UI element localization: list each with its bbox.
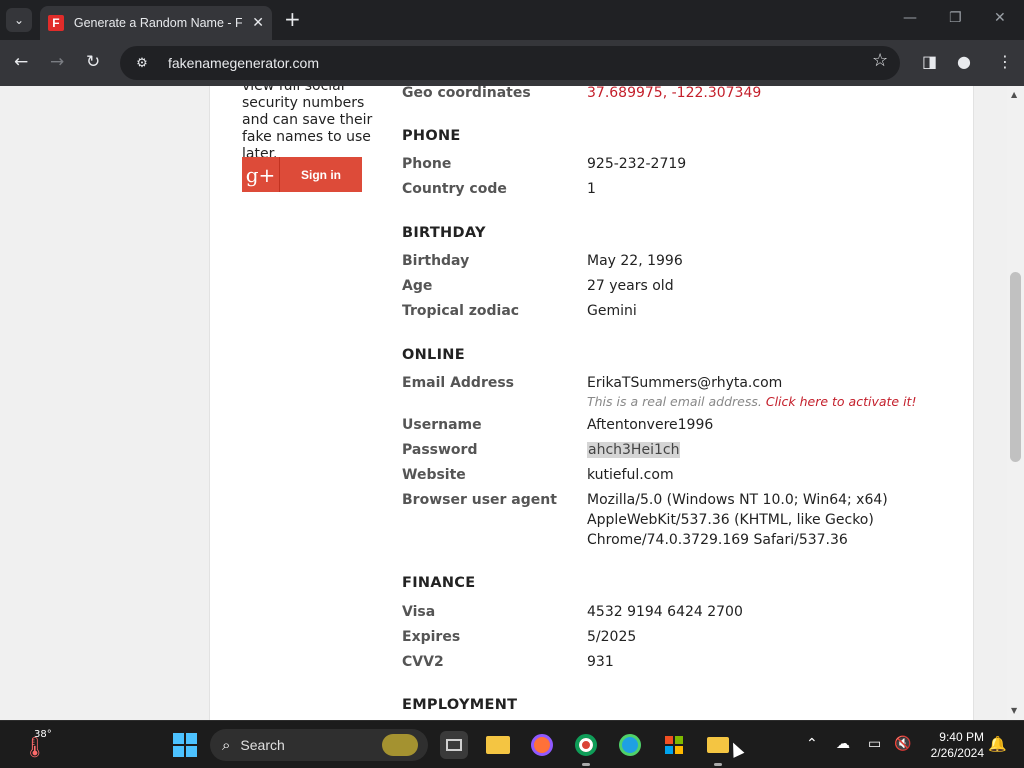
google-signin-button[interactable]: g+ Sign in xyxy=(242,157,362,192)
birthday-heading: BIRTHDAY xyxy=(402,225,486,241)
password-label: Password xyxy=(402,442,478,458)
profile-icon[interactable]: ● xyxy=(957,52,971,72)
google-plus-icon: g+ xyxy=(242,157,280,192)
scroll-up-icon[interactable]: ▲ xyxy=(1011,90,1017,99)
zodiac-label: Tropical zodiac xyxy=(402,303,520,319)
page-viewport: view full social security numbers and ca… xyxy=(0,86,1024,720)
birthday-value: May 22, 1996 xyxy=(587,253,683,269)
url-text: fakenamegenerator.com xyxy=(168,55,319,71)
notification-bell-icon[interactable]: 🔔 xyxy=(988,735,1007,753)
username-label: Username xyxy=(402,417,482,433)
country-code-label: Country code xyxy=(402,181,507,197)
search-highlight-icon xyxy=(382,734,418,756)
tab-title: Generate a Random Name - Fake Name Gener… xyxy=(73,16,243,30)
back-arrow-icon[interactable]: ← xyxy=(14,52,28,72)
tab-strip: ⌄ F Generate a Random Name - Fake Name G… xyxy=(0,0,1024,40)
temperature: 38° xyxy=(34,729,52,740)
start-button-icon[interactable] xyxy=(173,733,197,757)
chevron-down-icon: ⌄ xyxy=(13,13,25,27)
file-explorer-icon[interactable] xyxy=(484,731,512,759)
activate-email-link[interactable]: Click here to activate it! xyxy=(766,394,917,409)
volume-muted-icon[interactable]: 🔇 xyxy=(894,736,911,752)
visa-value: 4532 9194 6424 2700 xyxy=(587,604,743,620)
close-window-icon[interactable]: ✕ xyxy=(994,10,1006,26)
bookmark-star-icon[interactable]: ☆ xyxy=(872,51,888,71)
taskbar-search[interactable]: ⌕ Search xyxy=(210,729,428,761)
page-scrollbar[interactable]: ▲ ▼ xyxy=(1007,86,1024,720)
user-agent-line-2: AppleWebKit/537.36 (KHTML, like Gecko) xyxy=(587,512,874,528)
network-icon[interactable]: ▭ xyxy=(868,736,881,752)
email-hint-text: This is a real email address. xyxy=(587,394,762,409)
zodiac-value: Gemini xyxy=(587,303,637,319)
microsoft-store-icon[interactable] xyxy=(660,731,688,759)
side-panel-icon[interactable]: ◨ xyxy=(922,52,937,72)
page-background-left xyxy=(0,86,210,720)
menu-dots-icon[interactable]: ⋮ xyxy=(997,52,1013,72)
expires-value: 5/2025 xyxy=(587,629,637,645)
finance-heading: FINANCE xyxy=(402,575,476,591)
age-label: Age xyxy=(402,278,433,294)
phone-label: Phone xyxy=(402,156,452,172)
username-value: Aftentonvere1996 xyxy=(587,417,714,433)
system-clock[interactable]: 9:40 PM 2/26/2024 xyxy=(920,729,984,761)
onedrive-cloud-icon[interactable]: ☁ xyxy=(836,736,850,752)
close-tab-icon[interactable]: ✕ xyxy=(252,15,264,31)
firefox-icon[interactable] xyxy=(528,731,556,759)
password-highlight[interactable]: ahch3Hei1ch xyxy=(587,442,681,458)
edge-icon[interactable] xyxy=(616,731,644,759)
password-value: ahch3Hei1ch xyxy=(587,440,681,460)
site-info-icon[interactable]: ⚙ xyxy=(130,51,154,75)
chrome-icon[interactable] xyxy=(572,731,600,766)
country-code-value: 1 xyxy=(587,181,596,197)
search-label: Search xyxy=(240,737,285,753)
geo-value: 37.689975, -122.307349 xyxy=(587,86,762,101)
clock-date: 2/26/2024 xyxy=(930,746,984,760)
email-hint: This is a real email address. Click here… xyxy=(587,394,916,409)
restore-icon[interactable]: ❐ xyxy=(949,10,962,26)
search-icon: ⌕ xyxy=(222,736,231,754)
birthday-label: Birthday xyxy=(402,253,470,269)
user-agent-line-3: Chrome/74.0.3729.169 Safari/537.36 xyxy=(587,532,848,548)
employment-heading: EMPLOYMENT xyxy=(402,697,518,713)
email-value: ErikaTSummers@rhyta.com xyxy=(587,375,783,391)
windows-taskbar: 🌡 38° ⌕ Search ⌃ ☁ ▭ 🔇 9:40 PM 2/26/2024… xyxy=(0,720,1024,768)
website-value: kutieful.com xyxy=(587,467,674,483)
cvv-label: CVV2 xyxy=(402,654,444,670)
browser-toolbar: ← → ↻ ⚙ fakenamegenerator.com ☆ ◨ ● ⋮ xyxy=(0,40,1024,86)
email-label: Email Address xyxy=(402,375,515,391)
website-label: Website xyxy=(402,467,466,483)
show-hidden-icons-icon[interactable]: ⌃ xyxy=(806,736,818,752)
site-favicon-icon: F xyxy=(48,15,64,31)
geo-label: Geo coordinates xyxy=(402,86,531,101)
minimize-icon[interactable]: — xyxy=(903,10,917,26)
online-heading: ONLINE xyxy=(402,347,465,363)
new-tab-button[interactable]: + xyxy=(284,9,301,29)
sidebar-promo-text: view full social security numbers and ca… xyxy=(242,86,373,162)
expires-label: Expires xyxy=(402,629,461,645)
phone-heading: PHONE xyxy=(402,128,461,144)
signin-label: Sign in xyxy=(301,167,341,182)
browser-tab[interactable]: F Generate a Random Name - Fake Name Gen… xyxy=(40,6,272,40)
clock-time: 9:40 PM xyxy=(939,730,984,744)
forward-arrow-icon[interactable]: → xyxy=(50,52,64,72)
address-bar[interactable]: ⚙ fakenamegenerator.com xyxy=(120,46,900,80)
scroll-thumb[interactable] xyxy=(1010,272,1021,462)
tab-search-button[interactable]: ⌄ xyxy=(6,8,32,32)
scroll-down-icon[interactable]: ▼ xyxy=(1011,706,1017,715)
phone-value: 925-232-2719 xyxy=(587,156,687,172)
user-agent-line-1: Mozilla/5.0 (Windows NT 10.0; Win64; x64… xyxy=(587,492,888,508)
page-background-right xyxy=(973,86,1007,720)
task-view-icon[interactable] xyxy=(440,731,468,759)
weather-widget[interactable]: 🌡 38° xyxy=(20,729,52,759)
visa-label: Visa xyxy=(402,604,436,620)
cvv-value: 931 xyxy=(587,654,614,670)
age-value: 27 years old xyxy=(587,278,674,294)
user-agent-label: Browser user agent xyxy=(402,492,557,508)
reload-icon[interactable]: ↻ xyxy=(86,52,100,72)
